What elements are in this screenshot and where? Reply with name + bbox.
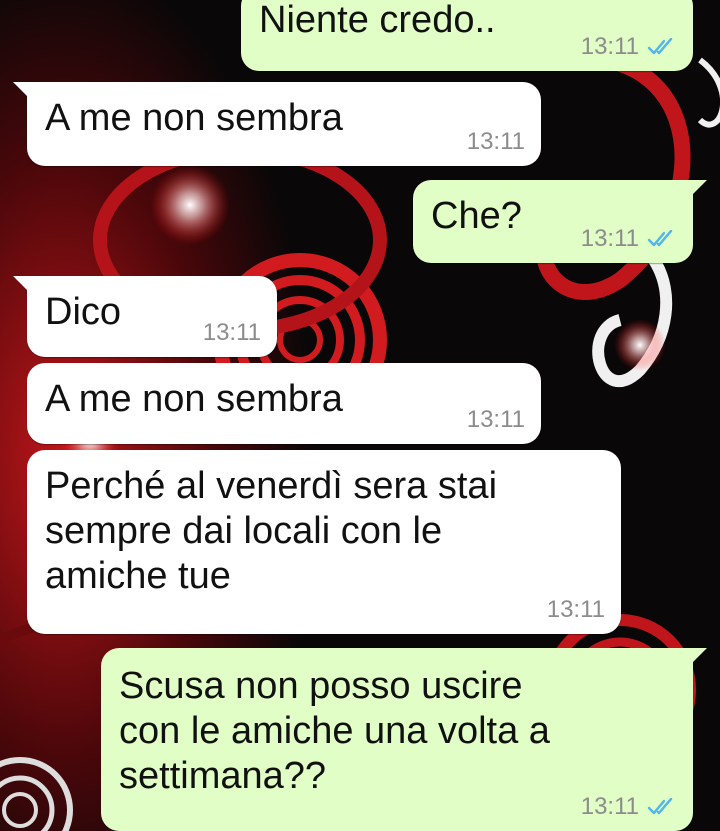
bubble-tail bbox=[13, 82, 35, 104]
bubble-tail bbox=[685, 180, 707, 202]
message-time: 13:11 bbox=[580, 225, 639, 252]
message-bubble-incoming[interactable]: Perché al venerdì sera stai sempre dai l… bbox=[27, 450, 621, 634]
bubble-tail bbox=[685, 648, 707, 670]
message-bubble-incoming[interactable]: A me non sembra 13:11 bbox=[27, 363, 541, 444]
message-time: 13:11 bbox=[466, 128, 525, 155]
message-bubble-incoming[interactable]: A me non sembra 13:11 bbox=[13, 82, 541, 166]
message-bubble-incoming[interactable]: Dico 13:11 bbox=[13, 276, 277, 357]
message-text: A me non sembra bbox=[45, 97, 343, 139]
message-meta: 13:11 bbox=[581, 793, 677, 821]
double-check-icon bbox=[647, 38, 673, 55]
message-time: 13:11 bbox=[466, 406, 525, 433]
message-bubble-outgoing[interactable]: Che? 13:11 bbox=[413, 180, 707, 263]
message-time: 13:11 bbox=[546, 596, 605, 623]
bubble-tail bbox=[13, 276, 35, 298]
message-meta: 13:11 bbox=[581, 33, 677, 61]
message-meta: 13:11 bbox=[467, 128, 525, 156]
message-text: Scusa non posso uscire con le amiche una… bbox=[119, 665, 550, 797]
message-meta: 13:11 bbox=[581, 225, 677, 253]
message-meta: 13:11 bbox=[203, 319, 261, 347]
message-bubble-outgoing[interactable]: Niente credo.. 13:11 bbox=[241, 0, 693, 71]
message-meta: 13:11 bbox=[467, 406, 525, 434]
message-time: 13:11 bbox=[202, 319, 261, 346]
message-text: A me non sembra bbox=[45, 378, 343, 420]
message-text: Perché al venerdì sera stai sempre dai l… bbox=[45, 465, 498, 597]
message-meta: 13:11 bbox=[547, 596, 605, 624]
double-check-icon bbox=[647, 230, 673, 247]
message-bubble-outgoing[interactable]: Scusa non posso uscire con le amiche una… bbox=[101, 648, 707, 831]
double-check-icon bbox=[647, 798, 673, 815]
message-time: 13:11 bbox=[580, 793, 639, 820]
message-time: 13:11 bbox=[580, 33, 639, 60]
